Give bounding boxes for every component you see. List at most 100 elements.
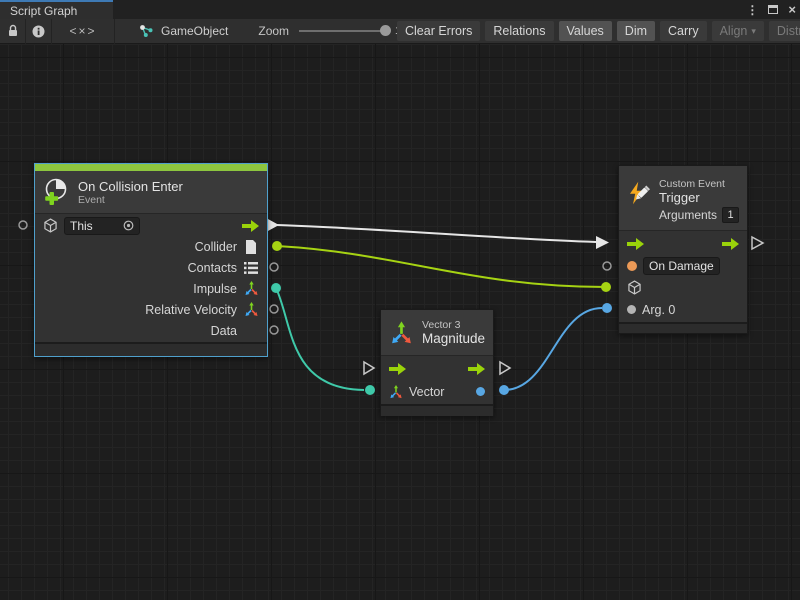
window-controls: ⋮ × <box>746 0 796 19</box>
vector3-icon-large <box>389 319 414 347</box>
tab-script-graph[interactable]: Script Graph <box>0 0 113 19</box>
port-row-contacts[interactable]: Contacts <box>35 257 267 278</box>
node-vector3-magnitude[interactable]: Vector 3 Magnitude <box>380 309 494 416</box>
chevron-down-icon: ▾ <box>751 26 756 37</box>
toolbar-button-group: Clear Errors Relations Values Dim Carry … <box>397 21 800 41</box>
node-type-label: Vector 3 <box>422 319 485 331</box>
gameobject-label: GameObject <box>161 24 228 38</box>
port-flow-out-collision[interactable] <box>267 219 279 232</box>
node-footer <box>35 342 267 356</box>
node-title: Trigger <box>659 190 739 205</box>
event-color-bar <box>35 164 267 171</box>
generic-port-dot[interactable] <box>627 305 636 314</box>
cube-icon <box>43 218 58 233</box>
close-icon[interactable]: × <box>788 2 796 17</box>
values-toggle[interactable]: Values <box>559 21 612 41</box>
node-body: On Damage Arg. 0 <box>619 231 747 322</box>
kebab-menu-icon[interactable]: ⋮ <box>746 3 758 17</box>
wire-flow-arrowhead <box>596 236 609 249</box>
node-body: Vector <box>381 356 493 404</box>
node-subtitle: Event <box>78 194 183 206</box>
port-row-arg0[interactable]: Arg. 0 <box>619 299 747 321</box>
node-header: Custom Event Trigger Arguments 1 <box>619 166 747 231</box>
info-icon <box>32 25 45 38</box>
code-view-button[interactable]: <×> <box>52 19 114 44</box>
flow-row[interactable] <box>619 233 747 255</box>
node-title: Magnitude <box>422 331 485 346</box>
distribute-dropdown[interactable]: Distribute ▾ <box>769 21 800 41</box>
float-output-dot[interactable] <box>476 387 485 396</box>
port-row-vector[interactable]: Vector <box>381 380 493 403</box>
port-data-out-empty[interactable] <box>270 326 278 334</box>
port-relative-velocity-out-empty[interactable] <box>270 305 278 313</box>
port-this-in-empty[interactable] <box>19 221 27 229</box>
tab-title: Script Graph <box>10 4 77 18</box>
port-impulse-out[interactable] <box>271 283 281 293</box>
vector3-icon <box>244 302 259 317</box>
gameobject-reference[interactable]: GameObject <box>139 24 228 38</box>
maximize-icon[interactable] <box>768 5 778 14</box>
vector3-icon <box>389 385 403 399</box>
target-row[interactable] <box>619 277 747 299</box>
port-row-data[interactable]: Data <box>35 320 267 341</box>
info-button[interactable] <box>26 19 51 44</box>
port-row-impulse[interactable]: Impulse <box>35 278 267 299</box>
clear-errors-button[interactable]: Clear Errors <box>397 21 480 41</box>
port-flow-in-vector-empty[interactable] <box>364 362 374 374</box>
flow-row[interactable] <box>381 357 493 380</box>
node-custom-event-trigger[interactable]: Custom Event Trigger Arguments 1 <box>618 165 748 334</box>
custom-event-icon <box>627 178 651 208</box>
wire-magnitude <box>504 308 602 390</box>
node-title: On Collision Enter <box>78 179 183 194</box>
this-field[interactable]: This <box>64 217 140 235</box>
port-vector-in[interactable] <box>365 385 375 395</box>
arguments-label: Arguments <box>659 208 717 222</box>
relations-button[interactable]: Relations <box>485 21 553 41</box>
port-flow-out-trigger-empty[interactable] <box>752 237 763 249</box>
flow-arrow-icon[interactable] <box>468 363 485 375</box>
flow-arrow-icon[interactable] <box>722 238 739 250</box>
node-on-collision-enter[interactable]: On Collision Enter Event This <box>34 163 268 357</box>
port-event-name-in-empty[interactable] <box>603 262 611 270</box>
title-bar: Script Graph ⋮ × <box>0 0 800 19</box>
lock-button[interactable] <box>0 19 25 44</box>
node-footer <box>381 404 493 416</box>
carry-toggle[interactable]: Carry <box>660 21 707 41</box>
collision-event-icon <box>43 178 70 206</box>
dim-toggle[interactable]: Dim <box>617 21 655 41</box>
port-row-relative-velocity[interactable]: Relative Velocity <box>35 299 267 320</box>
zoom-slider[interactable] <box>299 30 389 32</box>
node-type-label: Custom Event <box>659 178 739 190</box>
toolbar-separator <box>114 19 115 44</box>
object-picker-icon[interactable] <box>123 220 134 231</box>
port-contacts-out-empty[interactable] <box>270 263 278 271</box>
graph-toolbar: <×> GameObject Zoom 1x Clear Errors Rela… <box>0 19 800 44</box>
graph-canvas[interactable]: On Collision Enter Event This <box>0 44 800 600</box>
port-collider-out[interactable] <box>272 241 282 251</box>
flow-arrow-icon[interactable] <box>627 238 644 250</box>
node-header: Vector 3 Magnitude <box>381 310 493 356</box>
script-graph-window: Script Graph ⋮ × <×> <box>0 0 800 600</box>
list-icon <box>244 262 258 274</box>
align-dropdown[interactable]: Align ▾ <box>712 21 764 41</box>
port-row-collider[interactable]: Collider <box>35 236 267 257</box>
zoom-slider-handle[interactable] <box>380 25 391 36</box>
port-flow-out-vector-empty[interactable] <box>500 362 510 374</box>
string-port-dot[interactable] <box>627 261 637 271</box>
wire-impulse <box>276 288 364 390</box>
wire-collider <box>277 246 606 287</box>
port-target-in[interactable] <box>601 282 611 292</box>
cube-icon <box>627 280 642 295</box>
port-magnitude-out[interactable] <box>499 385 509 395</box>
lock-icon <box>7 24 19 38</box>
event-name-field[interactable]: On Damage <box>643 257 720 275</box>
arguments-count-field[interactable]: 1 <box>722 207 739 223</box>
wire-flow <box>277 225 596 242</box>
event-name-row: On Damage <box>619 255 747 277</box>
flow-arrow-icon[interactable] <box>389 363 406 375</box>
node-body: This Collider <box>35 214 267 342</box>
port-arg0-in[interactable] <box>602 303 612 313</box>
collider-document-icon <box>245 240 257 254</box>
zoom-label: Zoom <box>258 24 289 38</box>
flow-arrow-icon[interactable] <box>242 220 259 232</box>
